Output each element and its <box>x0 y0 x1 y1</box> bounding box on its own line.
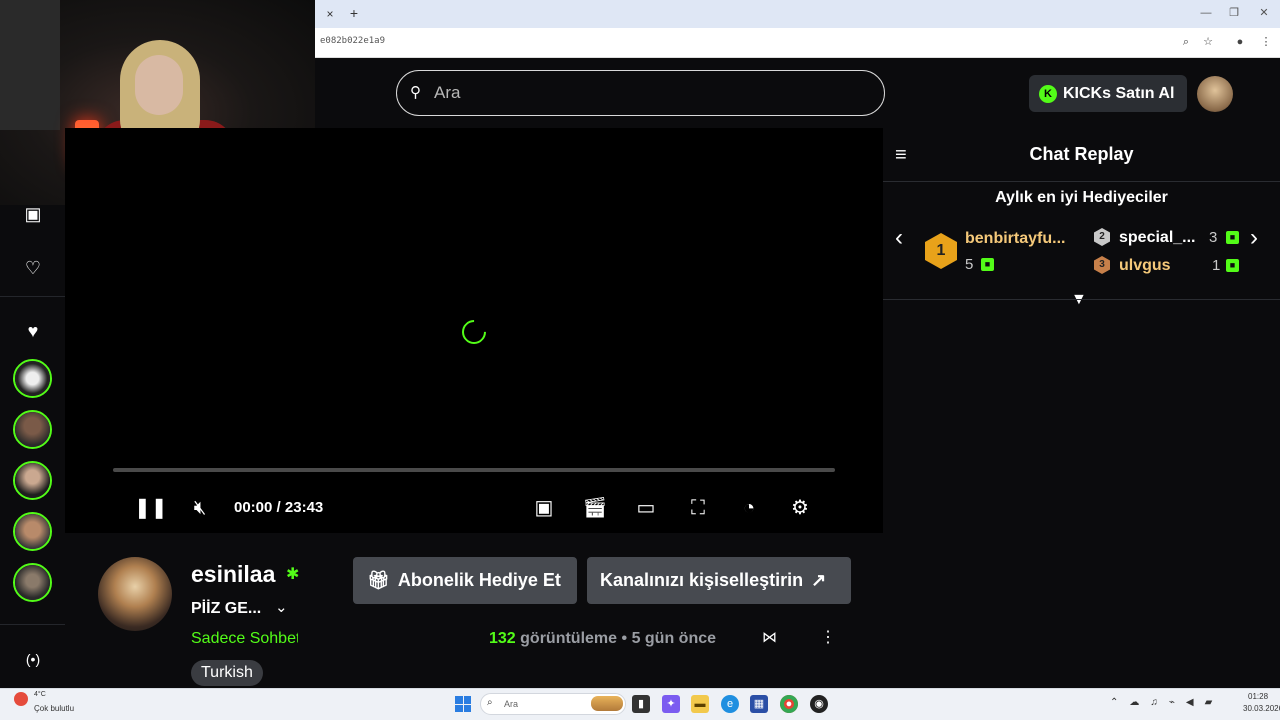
external-link-icon: ↗ <box>811 570 827 590</box>
chat-panel <box>883 128 1280 688</box>
channel-avatar[interactable] <box>98 557 172 631</box>
heart-outline-icon[interactable]: ♡ <box>20 255 46 281</box>
customize-channel-button[interactable]: Kanalınızı kişiselleştirin ↗ <box>587 557 851 604</box>
chat-divider <box>883 181 1280 182</box>
chevron-right-icon[interactable]: › <box>1250 224 1258 252</box>
sidebar-divider <box>0 624 65 625</box>
theater-icon[interactable]: ▭ <box>632 494 660 522</box>
verified-badge-icon: ✱ <box>286 566 300 583</box>
file-explorer-icon[interactable]: ▬ <box>691 695 709 713</box>
stream-title: PİİZ GE... <box>191 600 262 617</box>
address-bar[interactable] <box>315 28 1280 58</box>
gifter-count: 3 <box>1209 229 1218 246</box>
video-icon[interactable]: ▣ <box>20 201 46 227</box>
gifter-name[interactable]: benbirtayfu... <box>965 230 1065 248</box>
sidebar-channel-avatar[interactable] <box>13 512 52 551</box>
buy-kicks-button[interactable]: K KICKs Satın Al <box>1029 75 1187 112</box>
miniplayer-icon[interactable]: ▣ <box>530 494 558 522</box>
search-highlight-image <box>591 696 623 711</box>
stream-category[interactable]: Sadece Sohbet <box>191 630 298 648</box>
total-time: 23:43 <box>284 499 324 516</box>
windows-start-icon[interactable] <box>455 696 471 712</box>
expand-gifters-icon[interactable]: ▼ <box>1071 291 1087 309</box>
customize-channel-label: Kanalınızı kişiselleştirin <box>600 570 804 590</box>
webcam-person-face <box>135 55 183 115</box>
settings-icon[interactable]: ⚙ <box>786 494 814 522</box>
gift-subscription-button[interactable]: 🎁︎ Abonelik Hediye Et <box>353 557 577 604</box>
separator-dot: • <box>621 630 628 647</box>
weather-description[interactable]: Çok bulutlu <box>34 704 74 713</box>
copilot-icon[interactable]: ✦ <box>662 695 680 713</box>
gifter-name[interactable]: special_... <box>1119 229 1196 247</box>
sidebar-channel-avatar[interactable] <box>13 563 52 602</box>
time-display: 00:00 / 23:43 <box>234 499 323 516</box>
gifter-count: 1 <box>1212 257 1221 274</box>
view-count: 132 <box>489 630 516 647</box>
clip-icon[interactable]: 🎬︎ <box>581 494 609 522</box>
view-label: görüntüleme <box>520 630 618 647</box>
speed-icon[interactable]: ◔ <box>735 494 763 522</box>
chat-title: Chat Replay <box>1029 144 1134 164</box>
chevron-left-icon[interactable]: ‹ <box>895 224 903 252</box>
sidebar-channel-avatar[interactable] <box>13 410 52 449</box>
sidebar-divider <box>0 296 65 297</box>
gift-subscription-label: Abonelik Hediye Et <box>397 570 561 590</box>
bookmark-star-icon[interactable]: ☆ <box>1200 34 1216 50</box>
store-icon[interactable]: ▦ <box>750 695 768 713</box>
zoom-icon[interactable]: ⌕ <box>1178 34 1194 50</box>
broadcast-icon[interactable]: (•) <box>20 646 46 672</box>
top-gifters-title: Aylık en iyi Hediyeciler <box>995 189 1168 206</box>
window-close-icon[interactable]: ✕ <box>1254 5 1274 21</box>
sidebar-channel-avatar[interactable] <box>13 359 52 398</box>
search-icon: ⚲ <box>410 84 421 101</box>
search-icon: ⌕ <box>487 697 493 708</box>
clock-time[interactable]: 01:28 <box>1248 692 1268 701</box>
chrome-icon[interactable]: ● <box>780 695 798 713</box>
channel-name[interactable]: esinilaa <box>191 561 275 588</box>
chevron-down-icon[interactable]: ⌄ <box>275 598 288 616</box>
restore-icon[interactable]: ❐ <box>1224 5 1244 21</box>
share-icon[interactable]: ⋈ <box>762 629 780 647</box>
taskbar-search-text[interactable]: Ara <box>504 699 518 709</box>
tab-close-icon[interactable]: × <box>322 6 338 22</box>
gift-icon: ■ <box>1226 259 1239 272</box>
user-avatar[interactable] <box>1197 76 1233 112</box>
address-url[interactable]: e082b022e1a9 <box>320 36 385 46</box>
profile-icon[interactable]: ● <box>1232 34 1248 50</box>
system-tray-icons[interactable]: ⌃☁♫⌁◀▰ <box>1110 697 1223 708</box>
webcam-background <box>0 0 60 130</box>
pause-icon[interactable]: ❚❚ <box>134 494 168 522</box>
chat-divider <box>883 299 1280 300</box>
stream-age: 5 gün önce <box>631 630 717 647</box>
gift-icon: ■ <box>981 258 994 271</box>
heart-icon[interactable]: ♥ <box>20 318 46 344</box>
gift-box-icon: 🎁︎ <box>367 570 390 590</box>
app-icon[interactable]: ◉ <box>810 695 828 713</box>
browser-menu-icon[interactable]: ⋮ <box>1258 34 1274 50</box>
search-input[interactable] <box>434 80 854 106</box>
edge-icon[interactable]: e <box>721 695 739 713</box>
mute-icon[interactable]: 🔇︎ <box>186 494 214 522</box>
view-stats: 132 görüntüleme • 5 gün önce <box>489 630 716 648</box>
current-time: 00:00 <box>234 499 273 516</box>
task-view-icon[interactable]: ▮ <box>632 695 650 713</box>
language-tag[interactable]: Turkish <box>191 660 263 686</box>
browser-tab-bar <box>315 0 1280 28</box>
minimize-icon[interactable]: — <box>1196 5 1216 21</box>
weather-icon[interactable] <box>14 692 28 706</box>
more-options-icon[interactable]: ⋮ <box>820 629 836 647</box>
buy-kicks-label: KICKs Satın Al <box>1063 84 1175 102</box>
progress-bar[interactable] <box>113 468 835 472</box>
sidebar-channel-avatar[interactable] <box>13 461 52 500</box>
new-tab-icon[interactable]: + <box>346 5 362 21</box>
gift-icon: ■ <box>1226 231 1239 244</box>
time-separator: / <box>276 499 281 516</box>
weather-temperature[interactable]: 4°C <box>34 691 46 698</box>
fullscreen-icon[interactable]: ⛶ <box>684 494 712 522</box>
gifter-name[interactable]: ulvgus <box>1119 257 1171 275</box>
kicks-icon: K <box>1039 84 1057 103</box>
clock-date[interactable]: 30.03.2026 <box>1243 704 1280 713</box>
gifter-count: 5 <box>965 256 974 273</box>
